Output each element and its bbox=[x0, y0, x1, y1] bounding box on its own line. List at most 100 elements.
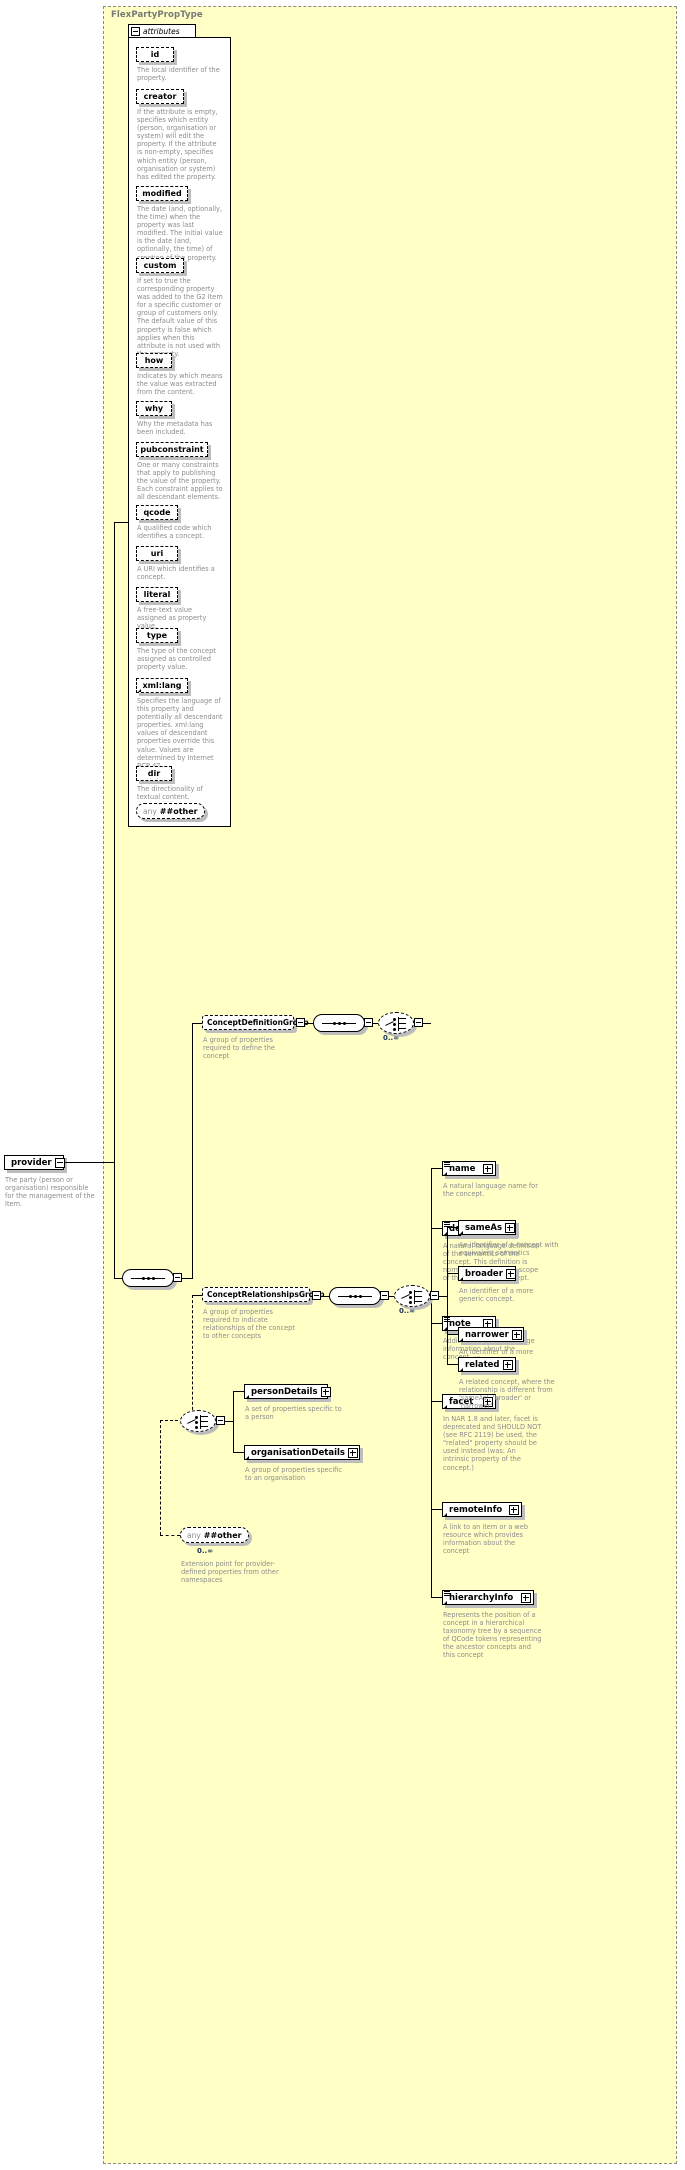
element-organisationdetails-description: A group of properties specific to an org… bbox=[245, 1466, 342, 1483]
element-sameas-description: An identifier of a concept with equivale… bbox=[459, 1241, 559, 1258]
reference-arrow-icon bbox=[460, 1368, 463, 1371]
connector-branch-spine bbox=[192, 1023, 193, 1279]
relationships-group-choice[interactable] bbox=[394, 1285, 430, 1307]
expand-plus-icon[interactable] bbox=[521, 1592, 531, 1603]
collapse-minus-icon[interactable] bbox=[131, 26, 140, 36]
element-remoteinfo[interactable]: remoteInfo bbox=[442, 1502, 522, 1517]
any-namespace: ##other bbox=[159, 806, 198, 816]
element-name[interactable]: name bbox=[442, 1161, 496, 1176]
connector-to-organisationdetails bbox=[233, 1452, 244, 1453]
expand-plus-icon[interactable] bbox=[483, 1163, 493, 1174]
connector-to-broader bbox=[447, 1273, 458, 1274]
attribute-id-description: The local identifier of the property. bbox=[137, 66, 220, 83]
list-lines-icon bbox=[444, 1162, 450, 1167]
main-sequence-connector[interactable] bbox=[122, 1269, 174, 1287]
connector-to-remoteinfo bbox=[431, 1509, 442, 1510]
attribute-literal[interactable]: literal bbox=[136, 587, 178, 602]
expand-plus-icon[interactable] bbox=[505, 1222, 516, 1233]
attribute-pubconstraint-description: One or many constraints that apply to pu… bbox=[137, 461, 223, 502]
reference-arrow-icon bbox=[460, 1231, 463, 1234]
attribute-type-description: The type of the concept assigned as cont… bbox=[137, 647, 216, 672]
attribute-pubconstraint[interactable]: pubconstraint bbox=[136, 442, 208, 457]
connector-defgroup-seq bbox=[305, 1023, 313, 1024]
element-persondetails[interactable]: personDetails bbox=[244, 1384, 331, 1399]
expand-plus-icon[interactable] bbox=[511, 1329, 522, 1340]
attribute-how[interactable]: how bbox=[136, 353, 172, 368]
group-concept-relationships[interactable]: ConceptRelationshipsGroup bbox=[202, 1287, 325, 1302]
relationships-choice-collapse[interactable] bbox=[430, 1291, 439, 1300]
attributes-collapse-tab[interactable]: attributes bbox=[128, 24, 196, 38]
definition-group-sequence-collapse[interactable] bbox=[364, 1018, 373, 1027]
sequence-dot bbox=[348, 1294, 352, 1298]
sequence-dot bbox=[342, 1021, 346, 1025]
attribute-xml-lang-description: Specifies the language of this property … bbox=[137, 697, 223, 770]
group-concept-relationships-collapse[interactable] bbox=[312, 1291, 321, 1300]
attribute-uri-description: A URI which identifies a concept. bbox=[137, 565, 215, 582]
attribute-xml-lang[interactable]: xml:lang bbox=[136, 678, 188, 693]
any-namespace: ##other bbox=[203, 1530, 242, 1540]
expand-plus-icon[interactable] bbox=[505, 1268, 516, 1279]
attribute-literal-description: A free-text value assigned as property v… bbox=[137, 606, 207, 631]
element-provider[interactable]: provider bbox=[4, 1155, 65, 1170]
connector-type-spine bbox=[114, 522, 115, 1163]
definition-group-sequence[interactable] bbox=[313, 1014, 365, 1032]
attribute-custom[interactable]: custom bbox=[136, 258, 184, 273]
attribute-custom-description: If set to true the corresponding propert… bbox=[137, 277, 223, 358]
element-hierarchyinfo-description: Represents the position of a concept in … bbox=[443, 1611, 542, 1660]
attributes-any-other[interactable]: any ##other bbox=[136, 803, 205, 819]
reference-arrow-icon bbox=[246, 1395, 249, 1398]
reference-arrow-icon bbox=[444, 1513, 447, 1516]
connector-to-definition-group bbox=[192, 1023, 202, 1024]
relationships-group-sequence[interactable] bbox=[329, 1287, 381, 1305]
element-organisationdetails[interactable]: organisationDetails bbox=[244, 1445, 360, 1460]
connector-provider-to-type bbox=[64, 1162, 114, 1163]
attribute-creator-description: If the attribute is empty, specifies whi… bbox=[137, 108, 218, 181]
attribute-type[interactable]: type bbox=[136, 628, 178, 643]
details-choice[interactable] bbox=[180, 1410, 216, 1432]
bottom-any-description: Extension point for provider-defined pro… bbox=[181, 1560, 279, 1585]
expand-plus-icon[interactable] bbox=[509, 1504, 519, 1515]
definition-choice-collapse[interactable] bbox=[414, 1018, 423, 1027]
connector-relchoice-out bbox=[439, 1296, 447, 1297]
reference-arrow-icon bbox=[444, 1601, 447, 1604]
connector-to-note bbox=[431, 1323, 442, 1324]
group-concept-definition[interactable]: ConceptDefinitionGroup bbox=[202, 1015, 309, 1030]
main-sequence-collapse[interactable] bbox=[173, 1273, 182, 1282]
expand-plus-icon[interactable] bbox=[348, 1447, 358, 1458]
element-broader[interactable]: broader bbox=[458, 1266, 516, 1281]
details-choice-collapse[interactable] bbox=[216, 1416, 225, 1425]
attribute-dir-description: The directionality of textual content. bbox=[137, 785, 203, 802]
element-provider-description: The party (person or organisation) respo… bbox=[5, 1176, 95, 1209]
connector-to-name bbox=[431, 1168, 442, 1169]
any-keyword: any bbox=[143, 806, 157, 816]
attributes-label: attributes bbox=[143, 26, 180, 36]
element-sameas[interactable]: sameAs bbox=[458, 1220, 516, 1235]
relationships-sequence-collapse[interactable] bbox=[380, 1291, 389, 1300]
element-narrower[interactable]: narrower bbox=[458, 1327, 524, 1342]
attribute-uri[interactable]: uri bbox=[136, 546, 178, 561]
sequence-dot bbox=[337, 1021, 341, 1025]
attribute-modified[interactable]: modified bbox=[136, 186, 188, 201]
attribute-id[interactable]: id bbox=[136, 47, 174, 62]
connector-relgroup-seq bbox=[321, 1296, 329, 1297]
expand-plus-icon[interactable] bbox=[320, 1386, 331, 1397]
attribute-why[interactable]: why bbox=[136, 401, 172, 416]
connector-to-attributes bbox=[114, 522, 128, 523]
definition-group-choice[interactable] bbox=[378, 1012, 414, 1034]
element-hierarchyinfo[interactable]: hierarchyInfo bbox=[442, 1590, 534, 1605]
attribute-creator[interactable]: creator bbox=[136, 89, 184, 104]
any-keyword: any bbox=[187, 1530, 201, 1540]
element-related[interactable]: related bbox=[458, 1357, 516, 1372]
connector-to-sameas bbox=[447, 1227, 458, 1228]
connector-to-definition bbox=[431, 1228, 442, 1229]
list-lines-icon bbox=[444, 1591, 450, 1596]
connector-detailschoice-out bbox=[225, 1421, 233, 1422]
bottom-any-other[interactable]: any ##other bbox=[180, 1527, 249, 1543]
connector-to-narrower bbox=[447, 1334, 458, 1335]
attribute-why-description: Why the metadata has been included. bbox=[137, 420, 213, 437]
group-concept-definition-collapse[interactable] bbox=[296, 1018, 305, 1027]
expand-plus-icon[interactable] bbox=[503, 1359, 513, 1370]
attribute-dir[interactable]: dir bbox=[136, 766, 172, 781]
sequence-dot bbox=[358, 1294, 362, 1298]
attribute-qcode[interactable]: qcode bbox=[136, 505, 178, 520]
